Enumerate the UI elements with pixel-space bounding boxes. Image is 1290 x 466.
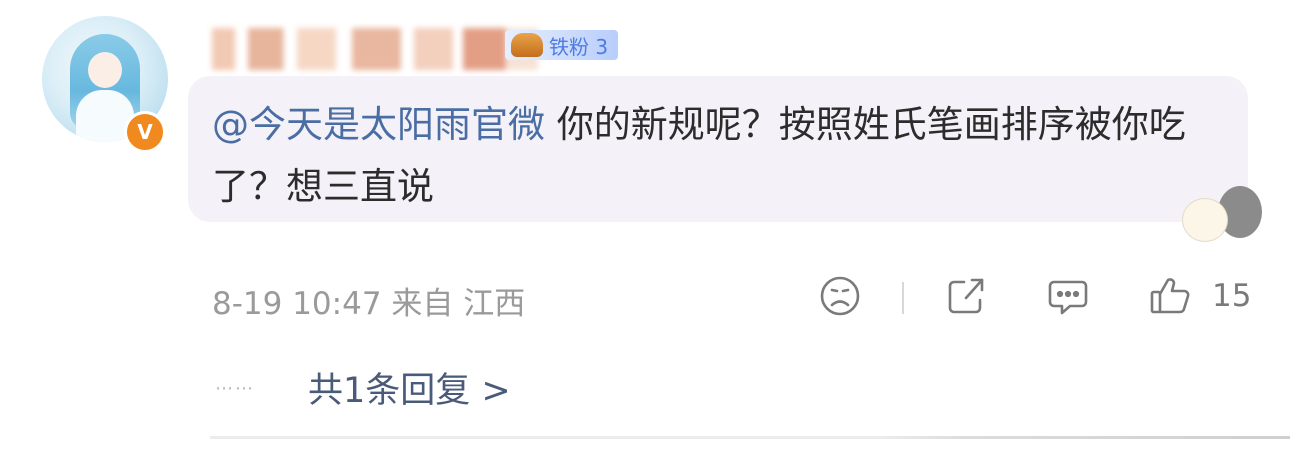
timestamp: 8-19 10:47 [212, 286, 382, 322]
view-replies-link[interactable]: 共1条回复 > [308, 362, 511, 413]
fan-badge-label: 铁粉 3 [549, 34, 609, 59]
source-location: 来自 江西 [391, 286, 526, 322]
fan-badge-icon [511, 33, 543, 57]
more-dots: ⋯⋯ [215, 378, 255, 399]
comment-bubble-icon[interactable] [1046, 274, 1090, 318]
comment-meta: 8-19 10:47 来自 江西 [212, 278, 525, 323]
frown-face-icon[interactable] [818, 274, 862, 318]
action-divider [902, 282, 904, 314]
like-count: 15 [1212, 278, 1252, 314]
divider [210, 436, 1290, 439]
bubble-sticker [1180, 182, 1268, 242]
thumbs-up-icon[interactable] [1148, 274, 1192, 318]
v-badge-icon: V [124, 111, 166, 153]
mention-link[interactable]: @今天是太阳雨官微 [212, 103, 545, 146]
comment-text: @今天是太阳雨官微 你的新规呢？按照姓氏笔画排序被你吃了？想三直说 [212, 94, 1222, 218]
username-blurred[interactable] [212, 28, 538, 70]
share-icon[interactable] [944, 274, 988, 318]
fan-badge[interactable]: 铁粉 3 [505, 30, 619, 60]
